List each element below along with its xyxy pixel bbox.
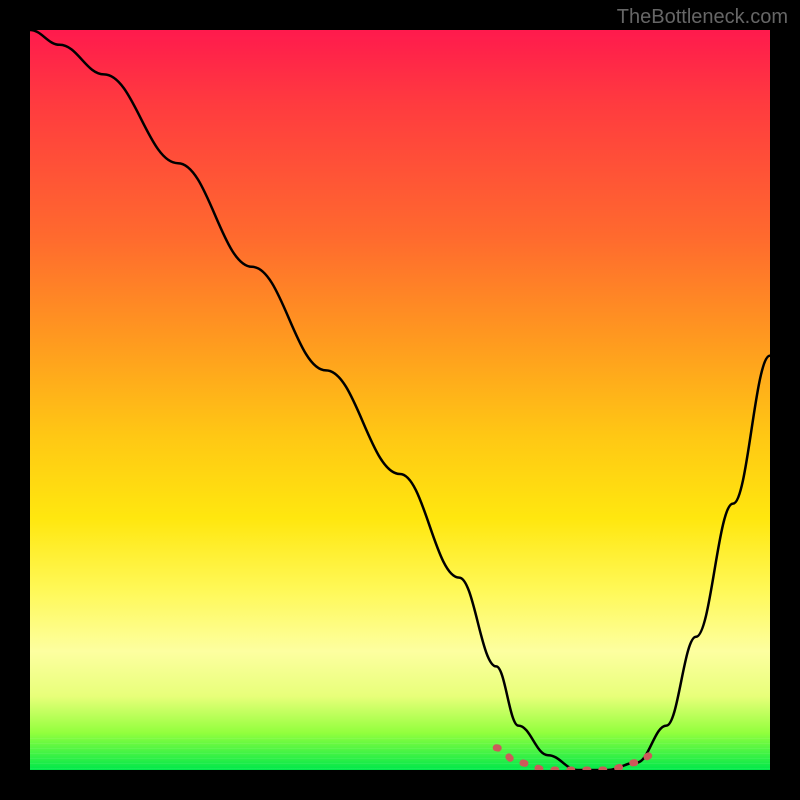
chart-svg: [30, 30, 770, 770]
optimal-zone-dots: [496, 748, 651, 770]
watermark-text: TheBottleneck.com: [617, 6, 788, 29]
chart-plot-area: [30, 30, 770, 770]
bottleneck-curve-path: [30, 30, 770, 770]
